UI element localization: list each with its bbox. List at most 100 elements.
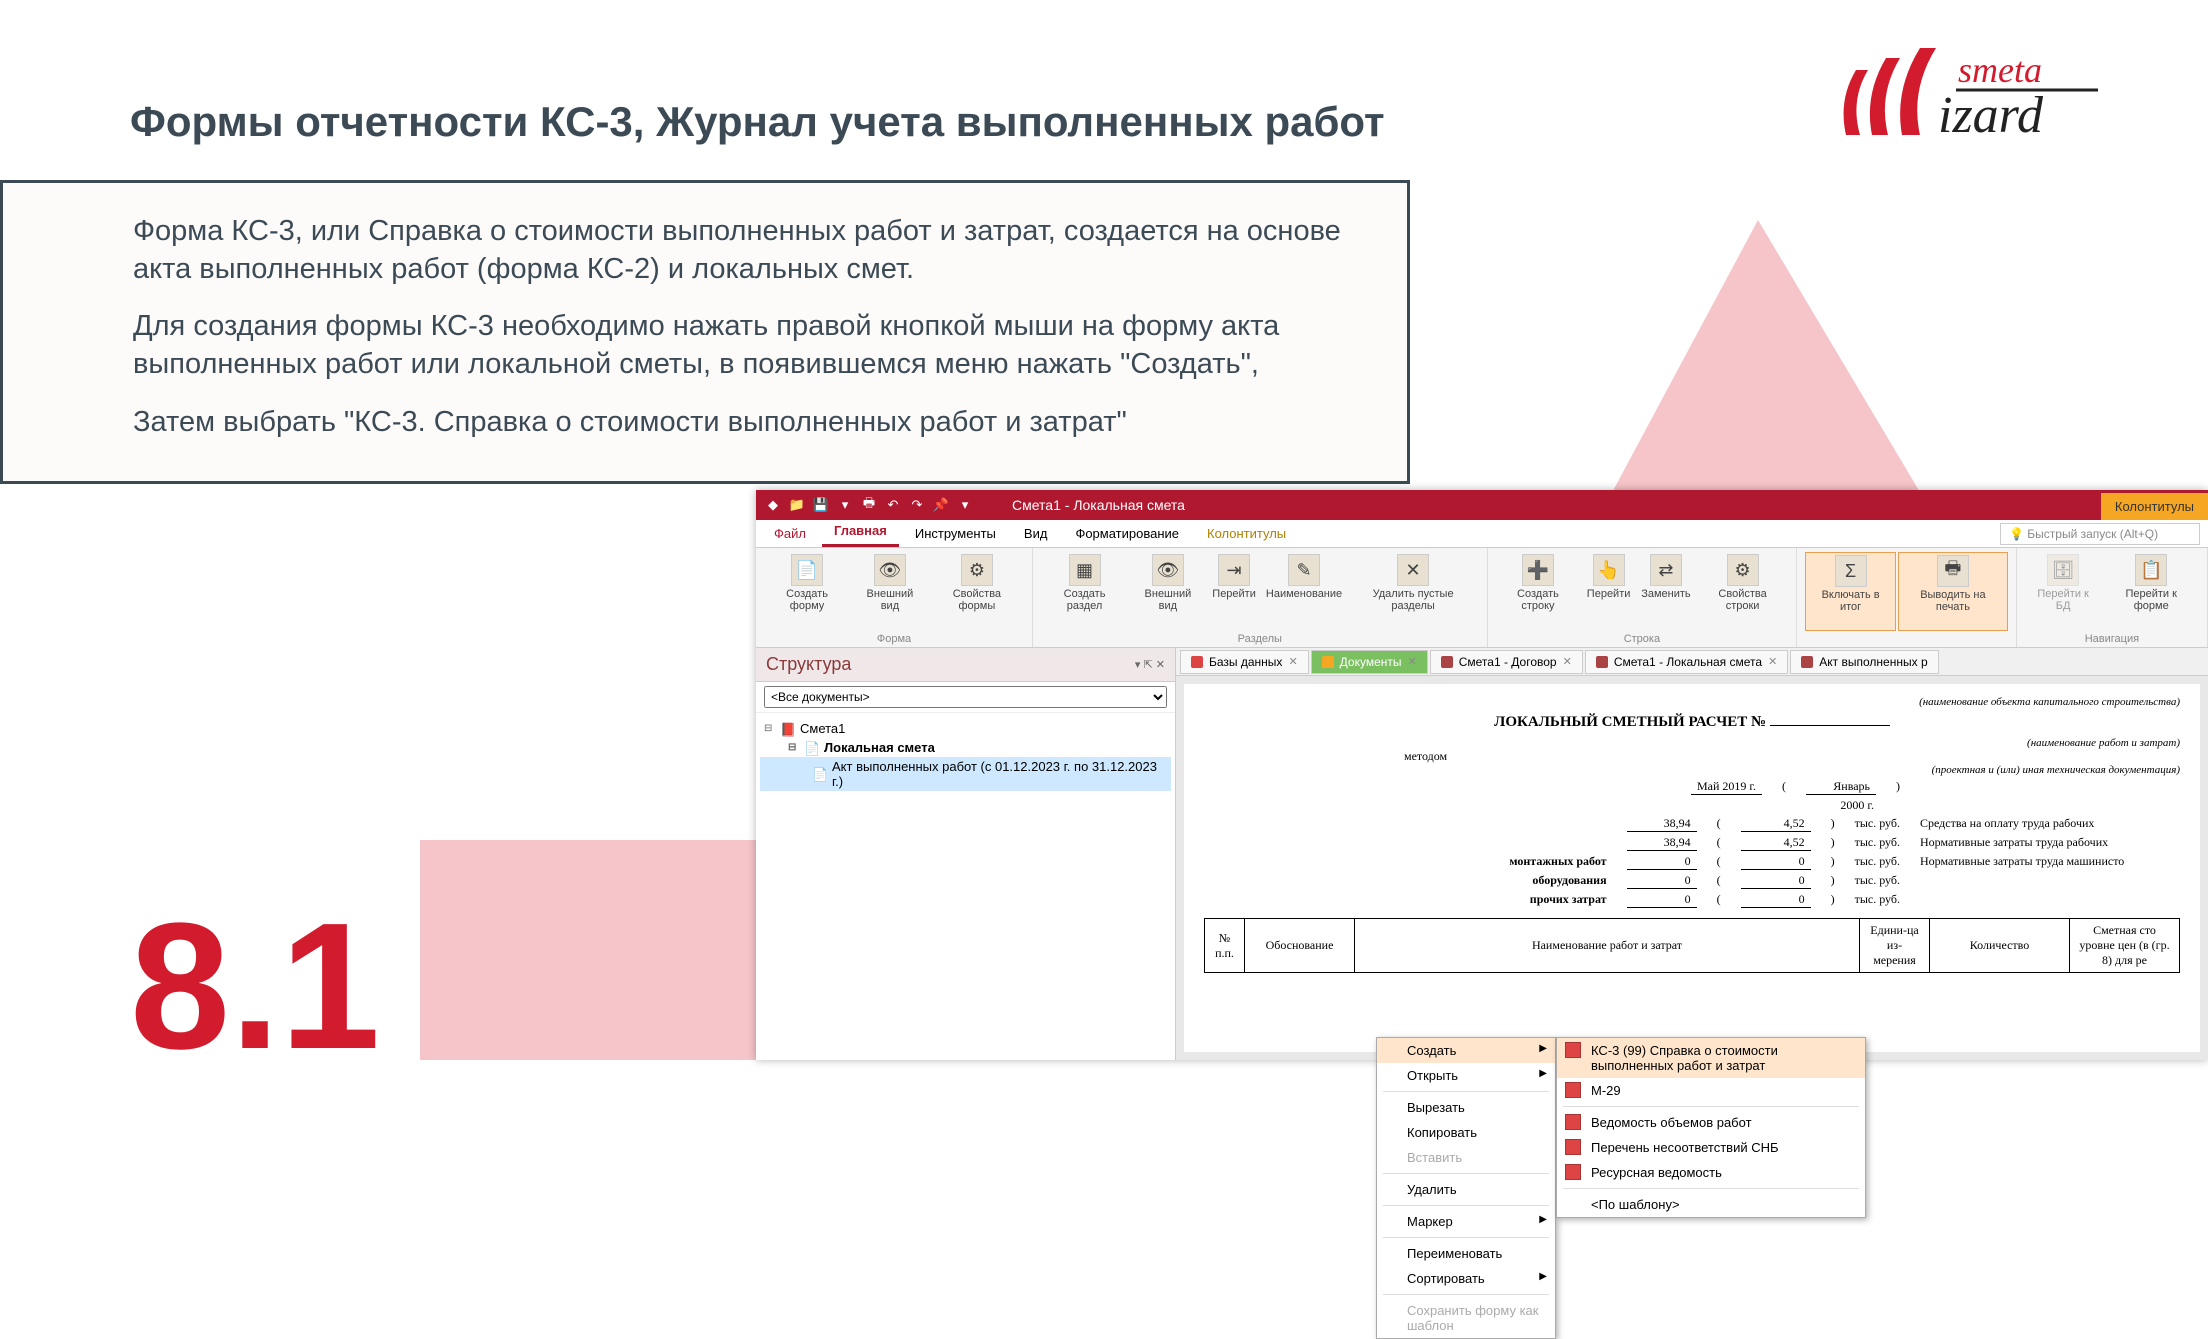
ribbon-group-row: ➕Создать строку 👆Перейти ⇄Заменить ⚙Свой… [1488,548,1798,647]
col-header: № п.п. [1205,919,1245,973]
submenu-arrow-icon: ▶ [1539,1271,1547,1282]
menu-open[interactable]: Открыть▶ [1377,1063,1555,1088]
form-icon [1565,1139,1581,1155]
collapse-icon[interactable]: ⊟ [764,723,776,734]
separator [1383,1205,1549,1206]
tab-tools[interactable]: Инструменты [903,520,1008,547]
form-icon: 📄 [804,741,820,755]
goto-db-button[interactable]: 🗄Перейти к БД [2025,552,2102,631]
cost-desc: Средства на оплату труда рабочих [1920,816,2180,831]
form-props-button[interactable]: ⚙Свойства формы [930,552,1024,631]
doc-tab-contract[interactable]: Смета1 - Договор✕ [1430,650,1583,674]
tab-format[interactable]: Форматирование [1063,520,1191,547]
amount-value: 0 [1741,873,1811,889]
print-output-button[interactable]: 🖶Выводить на печать [1898,552,2008,631]
submenu-snb[interactable]: Перечень несоответствий СНБ [1557,1135,1865,1160]
submenu-resource[interactable]: Ресурсная ведомость [1557,1160,1865,1185]
submenu-m29[interactable]: М-29 [1557,1078,1865,1103]
print-icon[interactable]: 🖶 [860,496,878,514]
panel-tools[interactable]: ▾ ⇱ ✕ [1135,658,1165,671]
doc-title: ЛОКАЛЬНЫЙ СМЕТНЫЙ РАСЧЕТ № [1204,714,2180,731]
submenu-arrow-icon: ▶ [1539,1214,1547,1225]
tab-view[interactable]: Вид [1012,520,1060,547]
goto-row-button[interactable]: 👆Перейти [1582,552,1635,631]
goto-section-button[interactable]: ⇥Перейти [1208,552,1261,631]
titlebar: ◆ 📁 💾 ▾ 🖶 ↶ ↷ 📌 ▾ Смета1 - Локальная сме… [756,490,2208,520]
form-view-button[interactable]: 👁Внешний вид [852,552,928,631]
doc-tab-local[interactable]: Смета1 - Локальная смета✕ [1585,650,1788,674]
separator [1383,1237,1549,1238]
svg-text:izard: izard [1938,87,2044,144]
col-header: Сметная сто уровне цен (в (гр. 8) для ре [2070,919,2180,973]
create-form-button[interactable]: 📄Создать форму [764,552,850,631]
goto-form-button[interactable]: 📋Перейти к форме [2103,552,2199,631]
form-icon: 📄 [812,767,828,781]
replace-row-button[interactable]: ⇄Заменить [1637,552,1695,631]
method-label: методом [1404,749,1447,763]
doc-note: (наименование объекта капитального строи… [1204,696,2180,708]
form-icon [1565,1042,1581,1058]
tree-node-local[interactable]: ⊟ 📄 Локальная смета [760,738,1171,757]
include-total-button[interactable]: ΣВключать в итог [1805,552,1896,631]
menu-cut[interactable]: Вырезать [1377,1095,1555,1120]
save-dropdown-icon[interactable]: ▾ [836,496,854,514]
undo-icon[interactable]: ↶ [884,496,902,514]
menu-paste: Вставить [1377,1145,1555,1170]
submenu-ks3[interactable]: КС-3 (99) Справка о стоимости выполненны… [1557,1038,1865,1078]
documents-filter-select[interactable]: <Все документы> [764,686,1167,708]
tree-node-smeta[interactable]: ⊟ 📕 Смета1 [760,719,1171,738]
quick-access-toolbar: ◆ 📁 💾 ▾ 🖶 ↶ ↷ 📌 ▾ [756,496,982,514]
open-icon[interactable]: 📁 [788,496,806,514]
tab-main[interactable]: Главная [822,517,899,547]
close-icon[interactable]: ✕ [1288,655,1297,668]
delete-empty-sections-button[interactable]: ✕Удалить пустые разделы [1348,552,1479,631]
menu-sort[interactable]: Сортировать▶ [1377,1266,1555,1291]
doc-tab-act[interactable]: Акт выполненных р [1790,650,1938,674]
form-icon [1801,656,1813,668]
docs-icon [1322,656,1334,668]
submenu-vedomost[interactable]: Ведомость объемов работ [1557,1110,1865,1135]
tab-colontitles[interactable]: Колонтитулы [1195,520,1298,547]
col-header: Количество [1930,919,2070,973]
menu-rename[interactable]: Переименовать [1377,1241,1555,1266]
menu-create[interactable]: Создать▶ [1377,1038,1555,1063]
pin-icon[interactable]: 📌 [932,496,950,514]
date-value: Январь [1806,779,1876,795]
redo-icon[interactable]: ↷ [908,496,926,514]
qat-dropdown-icon[interactable]: ▾ [956,496,974,514]
menu-delete[interactable]: Удалить [1377,1177,1555,1202]
close-icon[interactable]: ✕ [1768,655,1777,668]
app-icon[interactable]: ◆ [764,496,782,514]
decorative-shape-left [420,840,760,1060]
main-area: Структура ▾ ⇱ ✕ <Все документы> ⊟ 📕 Смет… [756,648,2208,1060]
menu-copy[interactable]: Копировать [1377,1120,1555,1145]
ribbon-group-label: Разделы [1041,631,1479,645]
unit-label: тыс. руб. [1855,873,1900,888]
doc-tab-db[interactable]: Базы данных✕ [1180,650,1309,674]
rename-section-button[interactable]: ✎Наименование [1262,552,1345,631]
window-title: Смета1 - Локальная смета [982,497,2101,513]
amount-value: 0 [1627,892,1697,908]
tree-node-act[interactable]: 📄 Акт выполненных работ (с 01.12.2023 г.… [760,757,1171,791]
amount-value: 4,52 [1741,816,1811,832]
collapse-icon[interactable]: ⊟ [788,742,800,753]
ribbon-group-label: Форма [764,631,1024,645]
row-label: прочих затрат [1447,892,1607,907]
doc-tab-documents[interactable]: Документы✕ [1311,650,1428,674]
form-icon [1565,1164,1581,1180]
row-props-button[interactable]: ⚙Свойства строки [1697,552,1788,631]
info-paragraph: Форма КС-3, или Справка о стоимости выпо… [133,213,1367,288]
create-section-button[interactable]: ▦Создать раздел [1041,552,1128,631]
quick-search-input[interactable]: Быстрый запуск (Alt+Q) [2000,523,2200,545]
tab-file[interactable]: Файл [762,520,818,547]
section-view-button[interactable]: 👁Внешний вид [1130,552,1206,631]
create-submenu: КС-3 (99) Справка о стоимости выполненны… [1556,1037,1866,1218]
ribbon-group-output: ΣВключать в итог 🖶Выводить на печать [1797,548,2017,647]
save-icon[interactable]: 💾 [812,496,830,514]
create-row-button[interactable]: ➕Создать строку [1496,552,1581,631]
submenu-template[interactable]: <По шаблону> [1557,1192,1865,1217]
doc-note: (наименование работ и затрат) [1204,737,2180,749]
menu-marker[interactable]: Маркер▶ [1377,1209,1555,1234]
close-icon[interactable]: ✕ [1563,655,1572,668]
close-icon[interactable]: ✕ [1408,655,1417,668]
